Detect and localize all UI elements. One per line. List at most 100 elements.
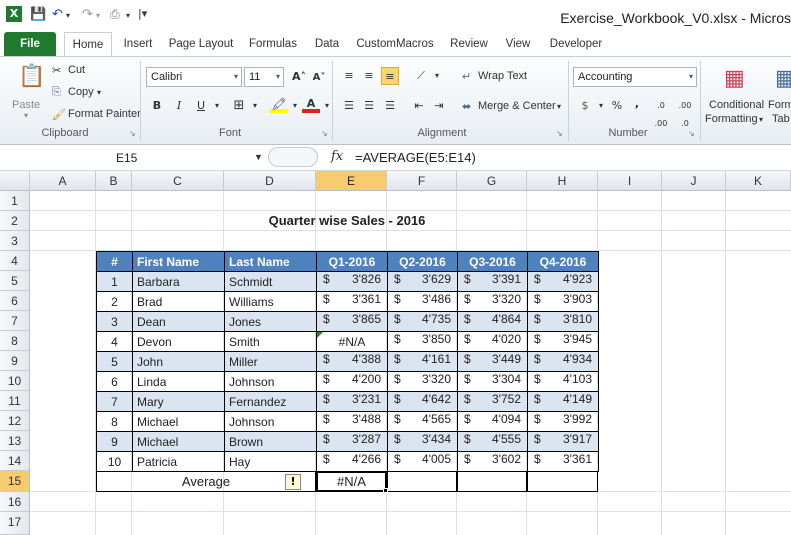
- clipboard-launcher-icon[interactable]: ↘: [129, 129, 136, 138]
- cell-last-name[interactable]: Williams: [224, 291, 317, 312]
- name-box-dropdown-icon[interactable]: ▼: [254, 152, 263, 162]
- cell-amount[interactable]: $4'735: [387, 311, 458, 332]
- cell-last-name[interactable]: Brown: [224, 431, 317, 452]
- cell-amount[interactable]: $3'361: [527, 451, 599, 472]
- row-header[interactable]: 11: [0, 391, 30, 411]
- formula-bar-divider-handle[interactable]: [268, 147, 318, 167]
- cell-amount[interactable]: $3'752: [457, 391, 528, 412]
- row-header[interactable]: 12: [0, 411, 30, 431]
- cell-amount[interactable]: $3'320: [387, 371, 458, 392]
- header-q3[interactable]: Q3-2016: [457, 251, 528, 272]
- borders-dropdown-icon[interactable]: ▾: [246, 97, 264, 115]
- cell-amount[interactable]: $4'161: [387, 351, 458, 372]
- column-header[interactable]: B: [96, 171, 132, 191]
- cell-first-name[interactable]: John: [132, 351, 225, 372]
- header-q4[interactable]: Q4-2016: [527, 251, 599, 272]
- cell-amount[interactable]: $3'391: [457, 271, 528, 292]
- cell-amount[interactable]: $3'361: [316, 291, 388, 312]
- cell-amount[interactable]: $3'917: [527, 431, 599, 452]
- fill-handle[interactable]: [383, 488, 388, 493]
- quick-print-icon[interactable]: ⎙: [110, 7, 120, 22]
- column-header[interactable]: D: [224, 171, 316, 191]
- tab-review[interactable]: Review: [446, 32, 492, 56]
- cell-amount[interactable]: $3'865: [316, 311, 388, 332]
- cell-first-name[interactable]: Dean: [132, 311, 225, 332]
- header-first-name[interactable]: First Name: [132, 251, 225, 272]
- tab-home[interactable]: Home: [64, 32, 112, 56]
- cut-icon[interactable]: ✂: [52, 64, 61, 77]
- tab-custommacros[interactable]: CustomMacros: [352, 32, 438, 56]
- cell-h15[interactable]: [527, 471, 598, 492]
- cell-amount[interactable]: $3'826: [316, 271, 388, 292]
- percent-style-button[interactable]: %: [608, 97, 626, 115]
- comma-style-button[interactable]: ,: [628, 95, 646, 113]
- font-launcher-icon[interactable]: ↘: [321, 129, 328, 138]
- cell-amount[interactable]: $4'934: [527, 351, 599, 372]
- cell-first-name[interactable]: Mary: [132, 391, 225, 412]
- column-header[interactable]: G: [457, 171, 527, 191]
- header-index[interactable]: #: [96, 251, 133, 272]
- header-q2[interactable]: Q2-2016: [387, 251, 458, 272]
- formula-input[interactable]: =AVERAGE(E5:E14): [355, 147, 476, 169]
- row-header[interactable]: 10: [0, 371, 30, 391]
- cell-f15[interactable]: [387, 471, 457, 492]
- cell-amount[interactable]: $4'565: [387, 411, 458, 432]
- cell-index[interactable]: 2: [96, 291, 133, 312]
- row-header[interactable]: 6: [0, 291, 30, 311]
- tab-view[interactable]: View: [500, 32, 536, 56]
- cell-amount[interactable]: $4'103: [527, 371, 599, 392]
- cell-index[interactable]: 1: [96, 271, 133, 292]
- tab-file[interactable]: File: [4, 32, 56, 56]
- cell-amount[interactable]: $3'945: [527, 331, 599, 352]
- merge-center-button[interactable]: Merge & Center: [478, 100, 556, 112]
- cell-amount[interactable]: $3'304: [457, 371, 528, 392]
- table-label[interactable]: Tab: [772, 113, 790, 125]
- error-warning-icon[interactable]: !: [285, 474, 301, 490]
- copy-dropdown-icon[interactable]: ▾: [97, 88, 101, 97]
- cell-index[interactable]: 8: [96, 411, 133, 432]
- cell-first-name[interactable]: Patricia: [132, 451, 225, 472]
- cell-first-name[interactable]: Devon: [132, 331, 225, 352]
- cell-amount[interactable]: $3'486: [387, 291, 458, 312]
- cell-amount[interactable]: $3'992: [527, 411, 599, 432]
- cell-index[interactable]: 7: [96, 391, 133, 412]
- row-header[interactable]: 9: [0, 351, 30, 371]
- cell-index[interactable]: 6: [96, 371, 133, 392]
- cell-amount[interactable]: $4'923: [527, 271, 599, 292]
- cell-first-name[interactable]: Brad: [132, 291, 225, 312]
- row-header[interactable]: 7: [0, 311, 30, 331]
- tab-data[interactable]: Data: [310, 32, 344, 56]
- cell-amount[interactable]: $4'642: [387, 391, 458, 412]
- cell-last-name[interactable]: Fernandez: [224, 391, 317, 412]
- undo-dropdown-icon[interactable]: ▾: [66, 11, 70, 20]
- merge-dropdown-icon[interactable]: ▾: [557, 102, 561, 111]
- italic-button[interactable]: I: [170, 97, 188, 115]
- cut-button[interactable]: Cut: [68, 64, 85, 76]
- cell-amount[interactable]: $3'629: [387, 271, 458, 292]
- cell-first-name[interactable]: Michael: [132, 411, 225, 432]
- row-header[interactable]: 13: [0, 431, 30, 451]
- row-header-active[interactable]: 15: [0, 471, 30, 492]
- align-middle-icon[interactable]: ≡: [360, 67, 378, 85]
- row-header[interactable]: 16: [0, 492, 30, 512]
- cell-index[interactable]: 10: [96, 451, 133, 472]
- cell-last-name[interactable]: Smith: [224, 331, 317, 352]
- conditional-formatting-label[interactable]: Conditional: [709, 99, 764, 111]
- align-left-icon[interactable]: ☰: [340, 97, 358, 115]
- average-label-cell[interactable]: Average: [96, 471, 316, 492]
- print-dropdown-icon[interactable]: ▾: [126, 11, 130, 20]
- cell-amount[interactable]: $4'094: [457, 411, 528, 432]
- underline-dropdown-icon[interactable]: ▾: [208, 97, 226, 115]
- column-header[interactable]: H: [527, 171, 598, 191]
- tab-insert[interactable]: Insert: [118, 32, 158, 56]
- cell-amount[interactable]: $3'231: [316, 391, 388, 412]
- cell-amount[interactable]: $4'020: [457, 331, 528, 352]
- header-q1[interactable]: Q1-2016: [316, 251, 388, 272]
- cell-last-name[interactable]: Johnson: [224, 411, 317, 432]
- cell-amount[interactable]: $3'903: [527, 291, 599, 312]
- wrap-text-icon[interactable]: ↵: [462, 70, 471, 83]
- row-header[interactable]: 2: [0, 211, 30, 231]
- cell-amount[interactable]: $3'287: [316, 431, 388, 452]
- cell-amount[interactable]: $3'320: [457, 291, 528, 312]
- cell-first-name[interactable]: Linda: [132, 371, 225, 392]
